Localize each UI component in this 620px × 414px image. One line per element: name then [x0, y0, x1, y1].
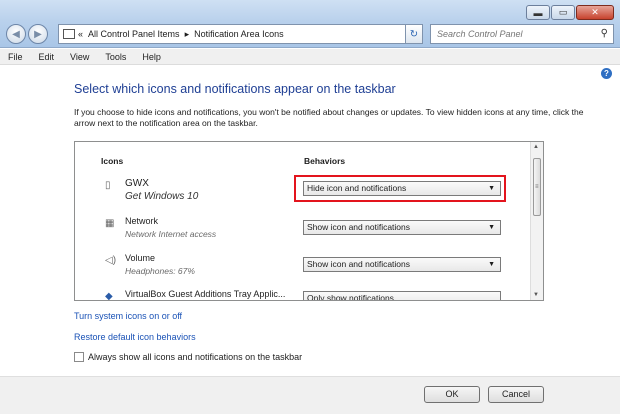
list-item: ▦ Network Network Internet access Show i…	[75, 216, 531, 252]
scrollbar-thumb[interactable]: ≡	[533, 158, 541, 216]
list-scrollbar[interactable]: ▲ ≡ ▼	[530, 142, 543, 300]
always-show-checkbox[interactable]: Always show all icons and notifications …	[74, 352, 302, 362]
menu-view[interactable]: View	[62, 52, 97, 62]
dialog-footer: OK Cancel	[0, 376, 620, 414]
breadcrumb-notification-area-icons[interactable]: Notification Area Icons	[194, 29, 284, 39]
help-icon[interactable]: ?	[601, 68, 612, 79]
refresh-button[interactable]: ↻	[405, 24, 423, 44]
cancel-button[interactable]: Cancel	[488, 386, 544, 403]
list-item: ◁) Volume Headphones: 67% Show icon and …	[75, 253, 531, 289]
behavior-value: Only show notifications	[307, 293, 394, 301]
item-description: Network Internet access	[125, 229, 217, 239]
behavior-select[interactable]: Only show notifications	[303, 291, 501, 301]
search-box[interactable]: ⚲	[430, 24, 614, 44]
column-header-icons: Icons	[101, 156, 124, 166]
turn-system-icons-link[interactable]: Turn system icons on or off	[74, 311, 182, 321]
menu-tools[interactable]: Tools	[97, 52, 134, 62]
forward-button[interactable]: ▶	[28, 24, 48, 44]
maximize-button[interactable]: ▭	[551, 5, 575, 20]
behavior-value: Show icon and notifications	[307, 222, 411, 232]
page-description: If you choose to hide icons and notifica…	[74, 107, 584, 128]
menu-help[interactable]: Help	[134, 52, 169, 62]
breadcrumb-all-control-panel-items[interactable]: All Control Panel Items	[88, 29, 180, 39]
back-button[interactable]: ◀	[6, 24, 26, 44]
search-input[interactable]	[437, 29, 587, 39]
behavior-value: Hide icon and notifications	[307, 183, 407, 193]
list-item: ◆ VirtualBox Guest Additions Tray Applic…	[75, 289, 531, 301]
back-arrow-icon: ◀	[12, 28, 20, 40]
behavior-select[interactable]: Hide icon and notifications ▼	[303, 181, 501, 196]
ok-button[interactable]: OK	[424, 386, 480, 403]
checkbox-label: Always show all icons and notifications …	[88, 352, 303, 362]
page-title: Select which icons and notifications app…	[74, 82, 396, 96]
checkbox-box[interactable]	[74, 352, 84, 362]
item-description: Get Windows 10	[125, 191, 199, 202]
item-name: Volume	[125, 253, 156, 263]
virtualbox-icon: ◆	[105, 291, 113, 301]
forward-arrow-icon: ▶	[34, 28, 42, 40]
item-name: VirtualBox Guest Additions Tray Applic..…	[125, 289, 286, 299]
item-description: Headphones: 67%	[125, 266, 195, 276]
column-header-behaviors: Behaviors	[304, 156, 346, 166]
menu-bar: File Edit View Tools Help	[0, 49, 620, 65]
close-button[interactable]: ✕	[576, 5, 614, 20]
refresh-icon: ↻	[409, 28, 419, 40]
address-bar[interactable]: « All Control Panel Items ▸ Notification…	[58, 24, 422, 44]
breadcrumb: « All Control Panel Items ▸ Notification…	[78, 29, 289, 40]
gwx-icon: ▯	[105, 180, 111, 191]
item-name: GWX	[125, 178, 149, 189]
chevron-down-icon: ▼	[488, 224, 495, 231]
behavior-value: Show icon and notifications	[307, 259, 411, 269]
main-content: ? Select which icons and notifications a…	[0, 66, 620, 376]
list-item: ▯ GWX Get Windows 10 Hide icon and notif…	[75, 175, 531, 214]
grip-icon: ≡	[535, 184, 539, 190]
scroll-down-icon[interactable]: ▼	[533, 292, 539, 298]
search-icon[interactable]: ⚲	[601, 28, 608, 39]
window-controls: ▬ ▭ ✕	[525, 5, 614, 20]
volume-icon: ◁)	[105, 255, 117, 266]
behavior-select[interactable]: Show icon and notifications ▼	[303, 220, 501, 235]
title-bar: ▬ ▭ ✕ ◀ ▶ « All Control Panel Items ▸ No…	[0, 0, 620, 48]
restore-defaults-link[interactable]: Restore default icon behaviors	[74, 332, 196, 342]
control-panel-icon	[63, 29, 75, 39]
breadcrumb-overflow[interactable]: «	[78, 29, 83, 39]
chevron-down-icon: ▼	[488, 261, 495, 268]
item-name: Network	[125, 216, 159, 226]
minimize-button[interactable]: ▬	[526, 5, 550, 20]
network-icon: ▦	[105, 218, 115, 229]
menu-edit[interactable]: Edit	[31, 52, 63, 62]
icons-list: Icons Behaviors ▯ GWX Get Windows 10 Hid…	[74, 141, 544, 301]
breadcrumb-separator[interactable]: ▸	[185, 29, 190, 40]
chevron-down-icon: ▼	[488, 185, 495, 192]
menu-file[interactable]: File	[0, 52, 31, 62]
scroll-up-icon[interactable]: ▲	[533, 144, 539, 150]
behavior-select[interactable]: Show icon and notifications ▼	[303, 257, 501, 272]
